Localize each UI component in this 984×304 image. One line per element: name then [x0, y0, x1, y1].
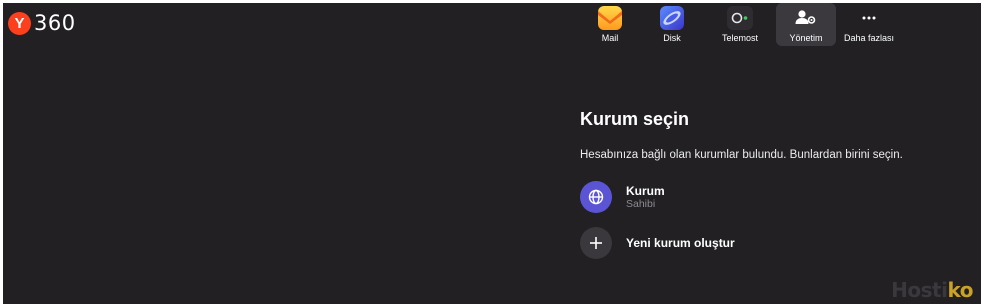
- nav-label-disk: Disk: [663, 33, 681, 43]
- org-list-item[interactable]: Kurum Sahibi: [580, 181, 903, 213]
- nav-item-mail[interactable]: Mail: [580, 3, 640, 47]
- create-org-label: Yeni kurum oluştur: [626, 236, 735, 250]
- yandex-360-logo[interactable]: Y 360: [8, 12, 76, 35]
- disk-icon: [659, 6, 685, 30]
- mail-icon: [597, 6, 623, 30]
- plus-icon: [580, 227, 612, 259]
- logo-text: 360: [34, 11, 76, 35]
- yandex-logo-badge: Y: [8, 12, 31, 35]
- app-screen: Y 360 Mail Disk Telemost Yönetim Daha fa…: [3, 3, 981, 304]
- nav-item-more[interactable]: Daha fazlası: [836, 3, 902, 47]
- org-text: Kurum Sahibi: [626, 184, 665, 211]
- watermark-accent-text: ko: [947, 278, 973, 302]
- nav-item-yonetim[interactable]: Yönetim: [776, 3, 836, 46]
- org-role: Sahibi: [626, 197, 656, 210]
- nav-item-disk[interactable]: Disk: [640, 3, 704, 47]
- nav-label-more: Daha fazlası: [843, 33, 895, 43]
- watermark-main-text: Hosti: [891, 278, 948, 302]
- nav-label-yonetim: Yönetim: [789, 33, 823, 43]
- nav-item-telemost[interactable]: Telemost: [704, 3, 776, 47]
- hostiko-watermark: Hostiko: [891, 280, 973, 300]
- telemost-icon: [727, 6, 753, 30]
- services-nav: Mail Disk Telemost Yönetim Daha fazlası: [580, 3, 902, 49]
- page-description: Hesabınıza bağlı olan kurumlar bulundu. …: [580, 149, 903, 161]
- org-select-panel: Kurum seçin Hesabınıza bağlı olan kuruml…: [580, 108, 903, 259]
- admin-icon: [793, 6, 819, 30]
- page-title: Kurum seçin: [580, 109, 690, 129]
- create-org-button[interactable]: Yeni kurum oluştur: [580, 227, 903, 259]
- globe-icon: [580, 181, 612, 213]
- nav-label-telemost: Telemost: [721, 33, 758, 43]
- more-icon: [856, 6, 882, 30]
- nav-label-mail: Mail: [601, 33, 619, 43]
- org-name: Kurum: [626, 183, 665, 198]
